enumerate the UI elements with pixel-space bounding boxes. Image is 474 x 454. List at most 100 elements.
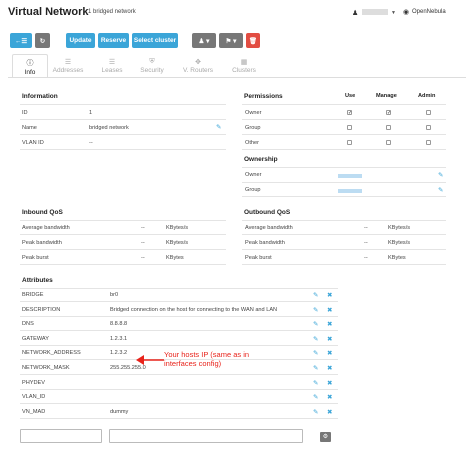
refresh-button[interactable]: ↻ (35, 33, 50, 48)
edit-attribute-icon[interactable]: ✎ (313, 393, 318, 401)
divider (20, 418, 338, 419)
new-attribute-value-input[interactable] (109, 429, 303, 443)
add-attribute-button[interactable]: ⚙ (320, 432, 331, 442)
user-menu[interactable]: ♟ (352, 9, 358, 17)
delete-attribute-icon[interactable]: ✖ (327, 291, 332, 299)
divider (242, 104, 446, 105)
qos-label: Peak bandwidth (22, 240, 62, 246)
owner-admin-checkbox[interactable] (426, 110, 431, 115)
annotation-arrow (136, 355, 164, 365)
delete-attribute-icon[interactable]: ✖ (327, 320, 332, 328)
perm-row-label: Owner (245, 110, 262, 116)
information-heading: Information (22, 93, 58, 100)
edit-attribute-icon[interactable]: ✎ (313, 291, 318, 299)
other-manage-checkbox[interactable] (386, 140, 391, 145)
qos-unit: KBytes/s (166, 225, 189, 231)
edit-attribute-icon[interactable]: ✎ (313, 349, 318, 357)
qos-unit: KBytes (166, 255, 184, 261)
qos-unit: KBytes/s (166, 240, 189, 246)
attribute-value: 8.8.8.8 (110, 321, 128, 327)
attribute-key: PHYDEV (22, 380, 46, 386)
group-use-checkbox[interactable] (347, 125, 352, 130)
delete-attribute-icon[interactable]: ✖ (327, 408, 332, 416)
perm-row-label: Group (245, 125, 261, 131)
inbound-qos-heading: Inbound QoS (22, 209, 63, 216)
tab-vrouters[interactable]: ✥ V. Routers (178, 58, 218, 74)
owner-dropdown-button[interactable]: ♟ ▾ (192, 33, 216, 48)
reserve-button[interactable]: Reserve (98, 33, 129, 48)
attribute-key: DNS (22, 321, 34, 327)
page-title: Virtual Network (8, 6, 89, 18)
outbound-qos-heading: Outbound QoS (244, 209, 291, 216)
tab-security[interactable]: ⛨ Security (134, 58, 170, 74)
edit-attribute-icon[interactable]: ✎ (313, 335, 318, 343)
divider (242, 167, 446, 168)
owner-manage-checkbox[interactable]: ✓ (386, 110, 391, 116)
other-admin-checkbox[interactable] (426, 140, 431, 145)
delete-button[interactable]: 🗑 (246, 33, 260, 48)
other-use-checkbox[interactable] (347, 140, 352, 145)
edit-attribute-icon[interactable]: ✎ (313, 379, 318, 387)
globe-icon: ◉ (403, 9, 410, 16)
qos-label: Peak bandwidth (245, 240, 285, 246)
edit-attribute-icon[interactable]: ✎ (313, 408, 318, 416)
user-icon: ♟ (352, 10, 359, 17)
annotation-line1: Your hosts IP (same as in (164, 350, 250, 359)
group-manage-checkbox[interactable] (386, 125, 391, 130)
new-attribute-key-input[interactable] (20, 429, 102, 443)
list-icon: ☰ (64, 59, 72, 66)
edit-attribute-icon[interactable]: ✎ (313, 320, 318, 328)
delete-attribute-icon[interactable]: ✖ (327, 306, 332, 314)
qos-value: -- (141, 255, 145, 261)
divider (20, 104, 226, 105)
edit-owner-icon[interactable]: ✎ (438, 171, 443, 179)
update-button[interactable]: Update (66, 33, 95, 48)
labels-dropdown-button[interactable]: ⚑ ▾ (219, 33, 243, 48)
edit-name-icon[interactable]: ✎ (216, 123, 221, 131)
divider (20, 234, 226, 235)
page-subtitle: 1 bridged network (88, 9, 136, 15)
group-admin-checkbox[interactable] (426, 125, 431, 130)
qos-label: Average bandwidth (245, 225, 293, 231)
tab-label: Info (24, 69, 36, 76)
delete-attribute-icon[interactable]: ✖ (327, 335, 332, 343)
tab-clusters[interactable]: ▦ Clusters (226, 58, 262, 74)
info-value: -- (89, 140, 93, 146)
back-list-icon: ←☰ (14, 37, 28, 45)
ownership-label: Owner (245, 172, 262, 178)
divider (20, 345, 338, 346)
perm-col-admin: Admin (418, 93, 436, 99)
tab-label: Security (140, 67, 164, 74)
delete-attribute-icon[interactable]: ✖ (327, 349, 332, 357)
attribute-key: BRIDGE (22, 292, 44, 298)
delete-attribute-icon[interactable]: ✖ (327, 364, 332, 372)
ownership-label: Group (245, 187, 261, 193)
edit-attribute-icon[interactable]: ✎ (313, 364, 318, 372)
divider (242, 234, 446, 235)
attribute-key: GATEWAY (22, 336, 49, 342)
owner-use-checkbox[interactable]: ✓ (347, 110, 352, 116)
divider (20, 389, 338, 390)
delete-attribute-icon[interactable]: ✖ (327, 393, 332, 401)
tab-leases[interactable]: ☰ Leases (94, 58, 130, 74)
plus-icon: ⚙ (322, 434, 329, 440)
edit-group-icon[interactable]: ✎ (438, 186, 443, 194)
attribute-key: NETWORK_ADDRESS (22, 350, 81, 356)
qos-unit: KBytes/s (388, 240, 411, 246)
edit-attribute-icon[interactable]: ✎ (313, 306, 318, 314)
back-list-button[interactable]: ←☰ (10, 33, 32, 48)
qos-unit: KBytes/s (388, 225, 411, 231)
info-label: Name (22, 125, 37, 131)
tab-addresses[interactable]: ☰ Addresses (50, 58, 86, 74)
zone-selector[interactable]: OpenNebula (412, 9, 446, 15)
refresh-icon: ↻ (39, 37, 46, 45)
attribute-value: 1.2.3.1 (110, 336, 128, 342)
tab-info[interactable]: ⓘ Info (12, 58, 48, 76)
divider (20, 249, 226, 250)
select-cluster-button[interactable]: Select cluster (132, 33, 178, 48)
attribute-key: NETWORK_MASK (22, 365, 70, 371)
delete-attribute-icon[interactable]: ✖ (327, 379, 332, 387)
user-icon: ♟ ▾ (198, 37, 210, 45)
qos-label: Peak burst (245, 255, 272, 261)
trash-icon: 🗑 (248, 37, 258, 45)
